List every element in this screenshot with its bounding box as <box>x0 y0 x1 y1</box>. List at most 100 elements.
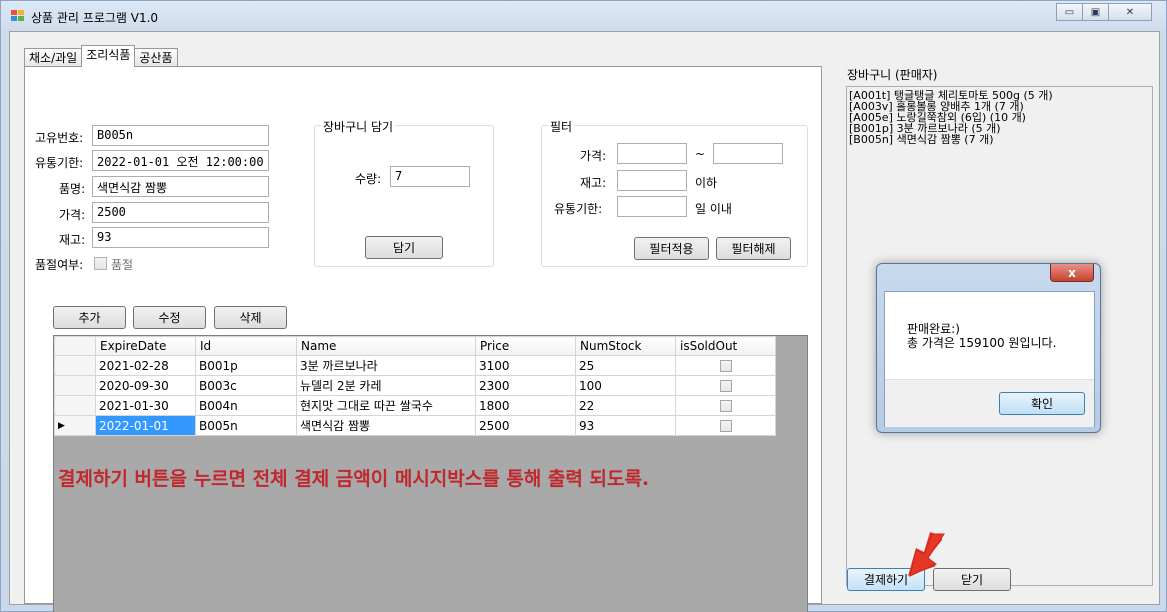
cell-id[interactable]: B004n <box>195 395 297 416</box>
stock-input[interactable]: 93 <box>92 227 269 248</box>
msgbox-footer: 확인 <box>885 379 1094 427</box>
filter-expire-label: 유통기한: <box>554 202 603 216</box>
annotation-text: 결제하기 버튼을 누르면 전체 결제 금액이 메시지박스를 통해 출력 되도록. <box>58 468 650 490</box>
soldout-label: 품절여부: <box>35 258 84 272</box>
col-price-header[interactable]: Price <box>475 336 576 356</box>
table-row[interactable]: ▶ 2022-01-01 B005n 색면식감 짬뽕 2500 93 <box>54 415 776 436</box>
filter-stock-input[interactable] <box>617 170 687 191</box>
filter-stock-label: 재고: <box>580 176 607 190</box>
cell-name[interactable]: 뉴델리 2분 카레 <box>296 375 476 396</box>
cell-name[interactable]: 현지맛 그대로 따끈 쌀국수 <box>296 395 476 416</box>
tab-vegetables[interactable]: 채소/과일 <box>24 48 83 67</box>
cell-stock[interactable]: 100 <box>575 375 676 396</box>
filter-expire-suffix: 일 이내 <box>695 202 732 216</box>
soldout-checkbox-label: 품절 <box>111 258 134 272</box>
cell-soldout[interactable] <box>675 415 776 436</box>
title-bar[interactable]: 상품 관리 프로그램 V1.0 ▭ ▣ ✕ <box>1 1 1166 31</box>
filter-expire-input[interactable] <box>617 196 687 217</box>
cell-stock[interactable]: 93 <box>575 415 676 436</box>
maximize-button[interactable]: ▣ <box>1082 3 1109 21</box>
cell-price[interactable]: 1800 <box>475 395 576 416</box>
msgbox-body: 판매완료:) 총 가격은 159100 원입니다. 확인 <box>884 291 1095 427</box>
filter-group: 필터 가격: ~ 재고: 이하 유통기한: 일 이내 필터적용 필터해제 <box>541 118 808 267</box>
filter-price-max-input[interactable] <box>713 143 783 164</box>
msgbox-ok-button[interactable]: 확인 <box>999 392 1085 415</box>
expire-input[interactable]: 2022-01-01 오전 12:00:00 <box>92 150 269 171</box>
cell-stock[interactable]: 25 <box>575 355 676 376</box>
tab-strip: 채소/과일 조리식품 공산품 <box>24 45 178 67</box>
cell-expire[interactable]: 2020-09-30 <box>95 375 196 396</box>
col-stock-header[interactable]: NumStock <box>575 336 676 356</box>
soldout-cell-checkbox[interactable] <box>719 380 732 392</box>
col-expire-header[interactable]: ExpireDate <box>95 336 196 356</box>
soldout-cell-checkbox[interactable] <box>719 400 732 412</box>
cell-expire[interactable]: 2021-02-28 <box>95 355 196 376</box>
pointer-arrow-icon <box>908 532 945 577</box>
table-row[interactable]: 2021-02-28 B001p 3분 까르보나라 3100 25 <box>54 355 776 376</box>
cell-soldout[interactable] <box>675 395 776 416</box>
grid-corner-header[interactable] <box>54 336 96 356</box>
cell-id[interactable]: B001p <box>195 355 297 376</box>
delete-button[interactable]: 삭제 <box>214 306 287 329</box>
msgbox-line1: 판매완료:) <box>907 322 960 336</box>
soldout-checkbox[interactable] <box>94 257 107 270</box>
soldout-cell-checkbox[interactable] <box>719 360 732 372</box>
msgbox-text: 판매완료:) 총 가격은 159100 원입니다. <box>907 322 1056 350</box>
list-item[interactable]: [B005n] 색면식감 짬뽕 (7 개) <box>849 134 1150 145</box>
cell-stock[interactable]: 22 <box>575 395 676 416</box>
close-button[interactable]: ✕ <box>1108 3 1152 21</box>
table-row[interactable]: 2020-09-30 B003c 뉴델리 2분 카레 2300 100 <box>54 375 776 396</box>
stock-label: 재고: <box>59 233 86 247</box>
cart-add-group-title: 장바구니 담기 <box>321 118 396 135</box>
filter-price-label: 가격: <box>580 149 607 163</box>
row-header-current[interactable]: ▶ <box>54 415 96 436</box>
col-name-header[interactable]: Name <box>296 336 476 356</box>
tab-cooked-food[interactable]: 조리식품 <box>81 45 136 67</box>
tab-panel: 고유번호: B005n 유통기한: 2022-01-01 오전 12:00:00… <box>24 66 822 612</box>
expire-label: 유통기한: <box>35 156 84 170</box>
app-icon <box>11 10 25 22</box>
col-id-header[interactable]: Id <box>195 336 297 356</box>
cell-price[interactable]: 2500 <box>475 415 576 436</box>
filter-apply-button[interactable]: 필터적용 <box>634 237 709 260</box>
soldout-cell-checkbox[interactable] <box>719 420 732 432</box>
filter-group-title: 필터 <box>548 118 575 135</box>
app-window: 상품 관리 프로그램 V1.0 ▭ ▣ ✕ 채소/과일 조리식품 공산품 고유번… <box>0 0 1167 612</box>
message-box: x 판매완료:) 총 가격은 159100 원입니다. 확인 <box>876 263 1101 433</box>
cell-id[interactable]: B005n <box>195 415 297 436</box>
msgbox-close-button[interactable]: x <box>1050 264 1094 282</box>
msgbox-line2: 총 가격은 159100 원입니다. <box>907 336 1057 350</box>
window-title: 상품 관리 프로그램 V1.0 <box>31 11 159 25</box>
cell-id[interactable]: B003c <box>195 375 297 396</box>
cell-expire[interactable]: 2021-01-30 <box>95 395 196 416</box>
filter-clear-button[interactable]: 필터해제 <box>716 237 791 260</box>
col-soldout-header[interactable]: isSoldOut <box>675 336 776 356</box>
cell-name[interactable]: 색면식감 짬뽕 <box>296 415 476 436</box>
row-header[interactable] <box>54 395 96 416</box>
cell-expire-selected[interactable]: 2022-01-01 <box>95 415 196 436</box>
cart-add-group: 장바구니 담기 수량: 7 담기 <box>314 118 494 267</box>
table-row[interactable]: 2021-01-30 B004n 현지맛 그대로 따끈 쌀국수 1800 22 <box>54 395 776 416</box>
cell-name[interactable]: 3분 까르보나라 <box>296 355 476 376</box>
filter-stock-suffix: 이하 <box>695 176 718 190</box>
filter-price-min-input[interactable] <box>617 143 687 164</box>
qty-input[interactable]: 7 <box>390 166 470 187</box>
add-button[interactable]: 추가 <box>53 306 126 329</box>
name-input[interactable]: 색면식감 짬뽕 <box>92 176 269 197</box>
cell-soldout[interactable] <box>675 375 776 396</box>
minimize-button[interactable]: ▭ <box>1056 3 1083 21</box>
edit-button[interactable]: 수정 <box>133 306 206 329</box>
add-to-cart-button[interactable]: 담기 <box>365 236 443 259</box>
cell-price[interactable]: 2300 <box>475 375 576 396</box>
qty-label: 수량: <box>355 172 382 186</box>
cart-title: 장바구니 (판매자) <box>847 68 938 82</box>
cell-soldout[interactable] <box>675 355 776 376</box>
price-input[interactable]: 2500 <box>92 202 269 223</box>
row-header[interactable] <box>54 355 96 376</box>
row-header[interactable] <box>54 375 96 396</box>
id-input[interactable]: B005n <box>92 125 269 146</box>
cell-price[interactable]: 3100 <box>475 355 576 376</box>
tab-industrial[interactable]: 공산품 <box>134 48 178 67</box>
filter-tilde: ~ <box>695 147 706 161</box>
name-label: 품명: <box>59 182 86 196</box>
